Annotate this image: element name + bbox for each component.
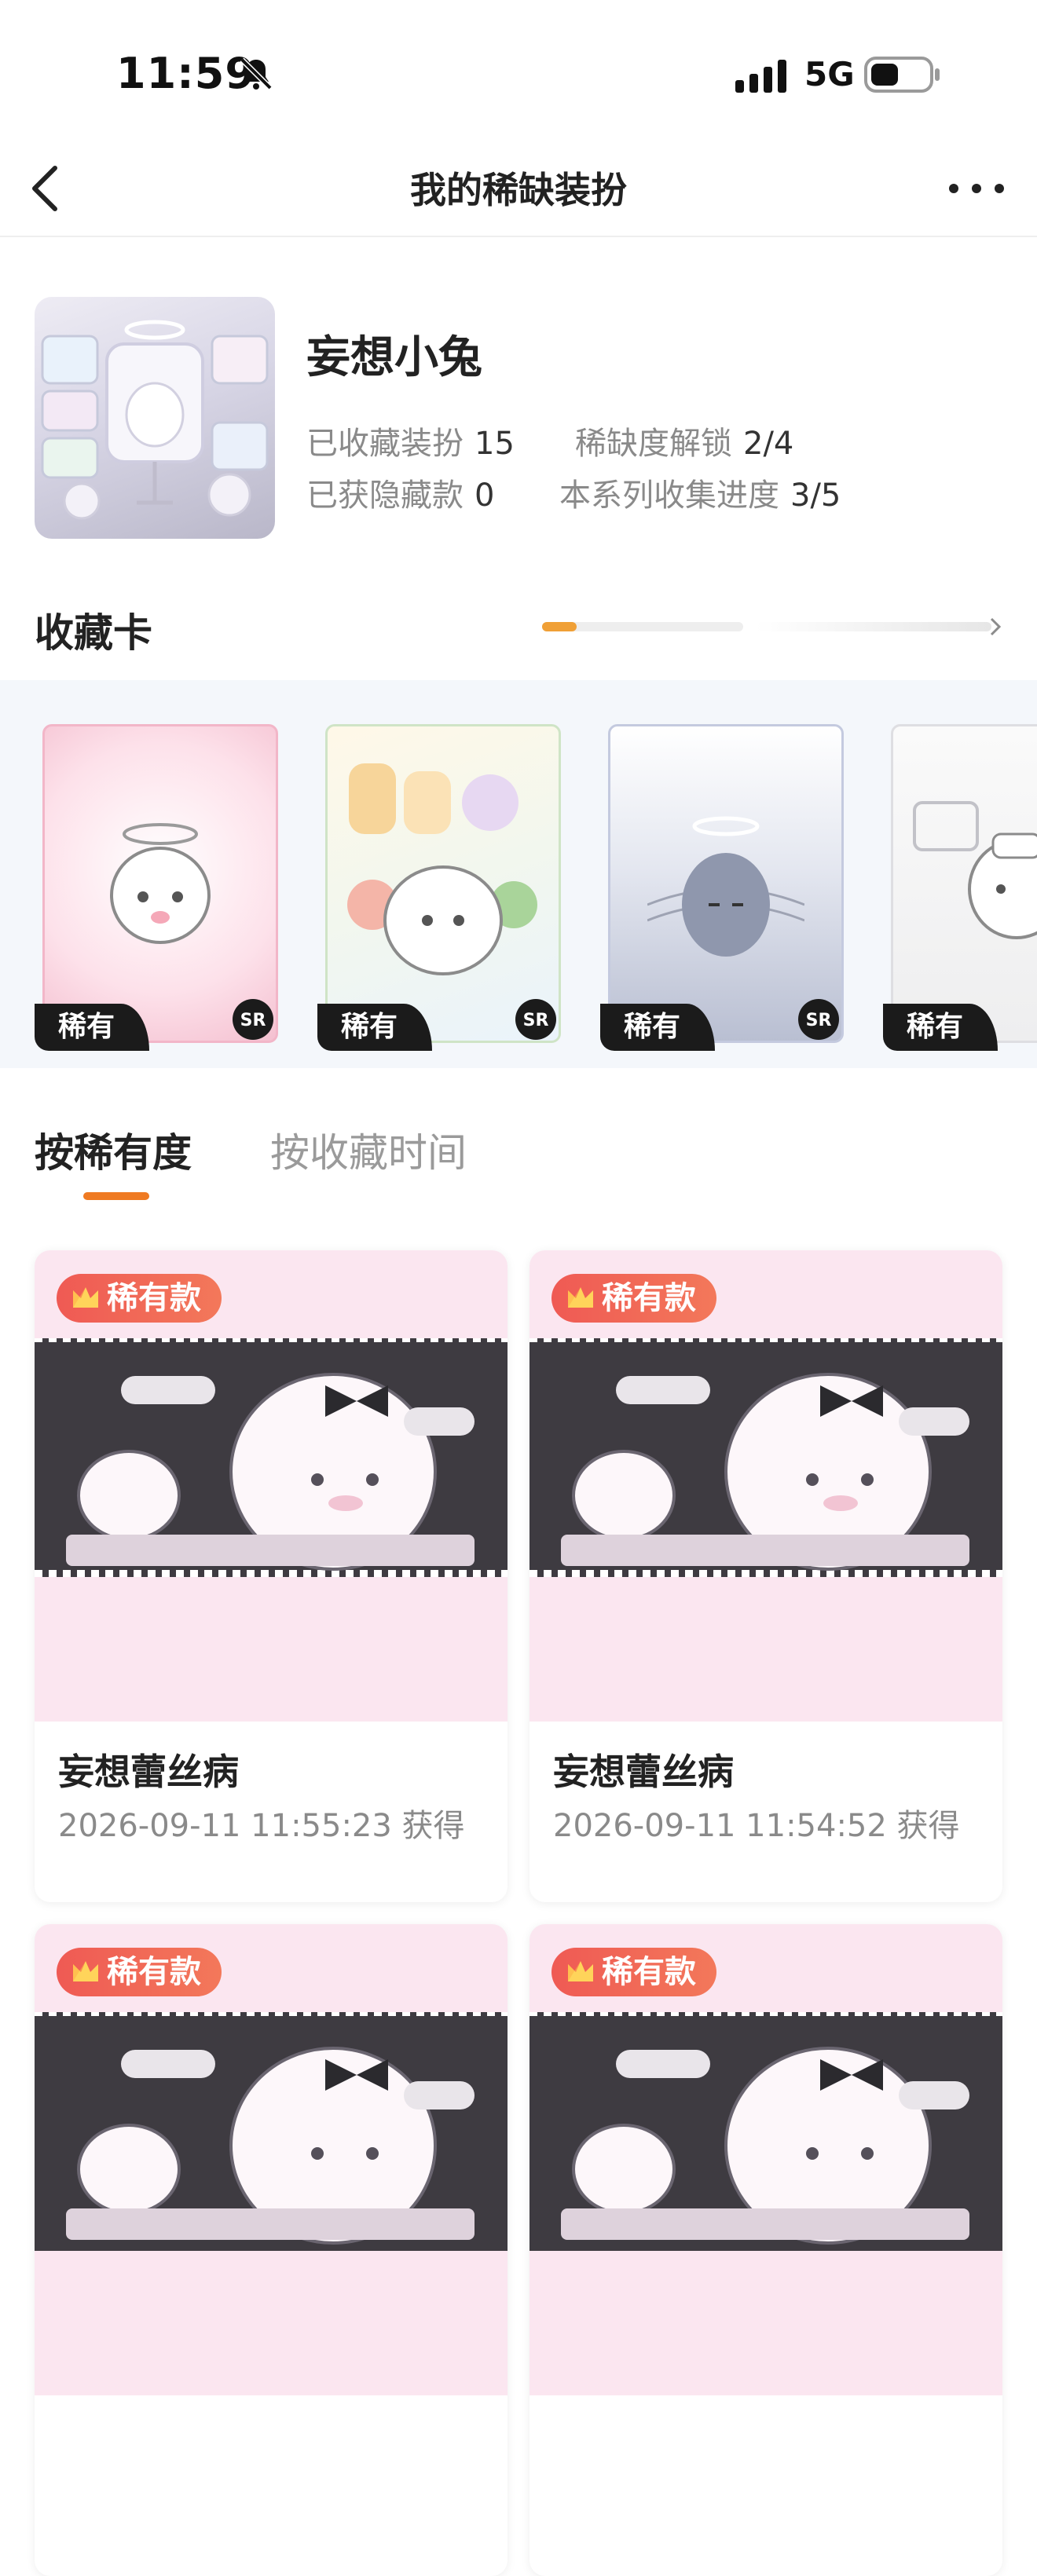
outfit-card[interactable]: 稀有款 妄想蕾丝病 2026-09-11 11:55:23 获得 <box>35 1250 508 1902</box>
tab-by-collect-time[interactable]: 按收藏时间 <box>270 1122 467 1178</box>
card-character <box>647 816 804 957</box>
outfit-card[interactable]: 稀有款 <box>529 1924 1002 2576</box>
nav-bar: 我的稀缺装扮 <box>0 141 1037 237</box>
hidden-stat: 已获隐藏款 0 <box>306 470 494 515</box>
rare-badge: 稀有款 <box>551 1274 716 1323</box>
hidden-value: 0 <box>475 478 495 514</box>
collection-card-4[interactable]: 稀有 <box>883 716 1037 1051</box>
rare-badge-label: 稀有款 <box>602 1954 696 1990</box>
rare-badge-label: 稀有款 <box>602 1280 696 1316</box>
outfit-card[interactable]: 稀有款 妄想蕾丝病 2026-09-11 11:54:52 获得 <box>529 1250 1002 1902</box>
card-rarity-badge: 稀有 <box>35 1004 149 1051</box>
cards-section-title: 收藏卡 <box>35 610 152 656</box>
series-progress-value: 3/5 <box>790 478 841 514</box>
collection-card-3[interactable]: 稀有 SR <box>600 716 852 1051</box>
outfit-preview-image <box>529 1338 1002 1577</box>
rare-badge-label: 稀有款 <box>107 1954 201 1990</box>
scroll-more-arrow-icon <box>756 617 1002 636</box>
collection-card-1[interactable]: 稀有 SR <box>35 716 286 1051</box>
outfit-preview-image <box>35 1338 508 1577</box>
rarity-unlock-value: 2/4 <box>743 426 794 462</box>
card-character <box>110 823 211 944</box>
svg-text:SR: SR <box>523 1011 549 1030</box>
status-time: 11:59 <box>116 49 255 98</box>
network-type: 5G <box>804 55 855 93</box>
svg-text:SR: SR <box>240 1011 266 1030</box>
muted-bell-icon <box>240 57 273 90</box>
series-cover-image <box>35 297 275 539</box>
collected-value: 15 <box>475 426 515 462</box>
svg-text:SR: SR <box>806 1011 832 1030</box>
series-progress-stat: 本系列收集进度 3/5 <box>559 470 841 515</box>
collection-card-2[interactable]: 稀有 SR <box>317 716 569 1051</box>
collection-cards-strip[interactable]: 稀有 SR 稀有 SR 稀有 SR 稀有 <box>0 680 1037 1068</box>
outfit-name: 妄想蕾丝病 <box>553 1751 734 1793</box>
signal-icon <box>735 60 786 93</box>
active-tab-indicator <box>83 1192 149 1200</box>
outfit-name: 妄想蕾丝病 <box>58 1751 239 1793</box>
collected-label: 已收藏装扮 <box>306 426 464 462</box>
status-bar: 11:59 5G <box>0 0 1037 141</box>
rarity-unlock-stat: 稀缺度解锁 2/4 <box>575 418 793 463</box>
card-rarity-badge: 稀有 <box>883 1004 998 1051</box>
cards-scroll-indicator-fill <box>542 622 577 631</box>
sr-grade-icon: SR <box>798 999 839 1040</box>
crown-icon <box>568 1287 593 1308</box>
crown-icon <box>568 1961 593 1981</box>
series-progress-label: 本系列收集进度 <box>559 478 779 514</box>
collected-stat: 已收藏装扮 15 <box>306 418 515 463</box>
tab-by-rarity[interactable]: 按稀有度 <box>35 1122 192 1178</box>
rare-badge: 稀有款 <box>551 1948 716 1996</box>
outfit-preview-image <box>529 2012 1002 2251</box>
card-character <box>913 801 1037 939</box>
sr-grade-icon: SR <box>233 999 273 1040</box>
card-rarity-badge: 稀有 <box>317 1004 432 1051</box>
rarity-unlock-label: 稀缺度解锁 <box>575 426 732 462</box>
crown-icon <box>73 1961 98 1981</box>
crown-icon <box>73 1287 98 1308</box>
outfit-preview-image <box>35 2012 508 2251</box>
series-name: 妄想小兔 <box>306 332 482 383</box>
outfit-acquired-time: 2026-09-11 11:55:23 获得 <box>58 1808 465 1844</box>
sr-grade-icon: SR <box>515 999 556 1040</box>
battery-icon <box>864 57 940 93</box>
more-dots-icon[interactable] <box>943 165 1010 212</box>
cards-scroll-indicator <box>542 622 743 631</box>
outfit-acquired-time: 2026-09-11 11:54:52 获得 <box>553 1808 960 1844</box>
page-title: 我的稀缺装扮 <box>410 169 627 211</box>
rare-badge: 稀有款 <box>57 1948 222 1996</box>
rare-badge: 稀有款 <box>57 1274 222 1323</box>
outfit-card[interactable]: 稀有款 <box>35 1924 508 2576</box>
card-character <box>347 763 537 975</box>
hidden-label: 已获隐藏款 <box>306 478 464 514</box>
rare-badge-label: 稀有款 <box>107 1280 201 1316</box>
card-rarity-badge: 稀有 <box>600 1004 715 1051</box>
